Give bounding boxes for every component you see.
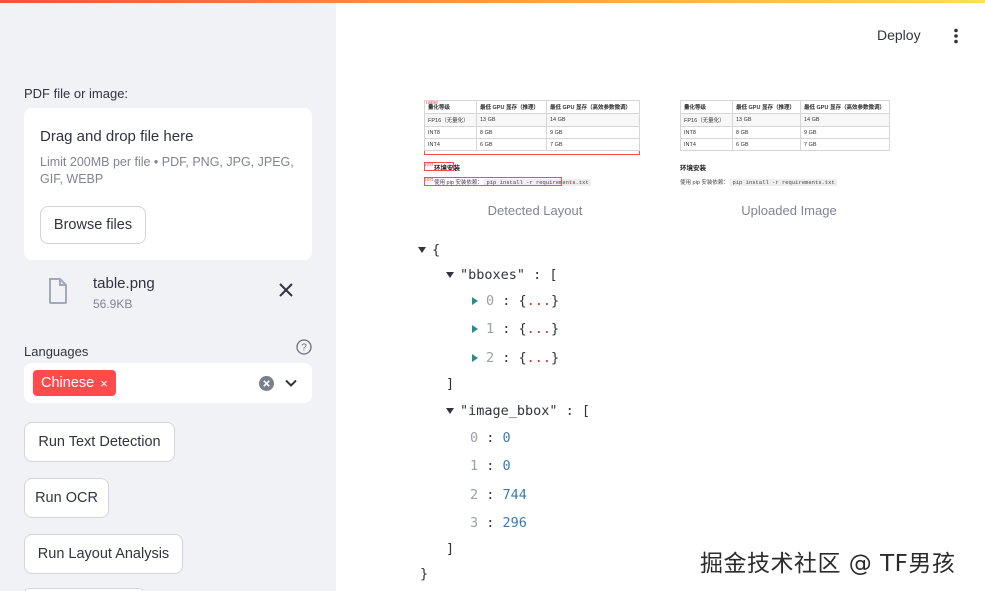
chip-remove-icon[interactable]: × — [100, 376, 108, 391]
install-code: pip install -r requirements.txt — [730, 179, 837, 186]
json-collapsed[interactable]: ... — [527, 321, 551, 337]
json-index: 0 — [470, 430, 479, 446]
json-open-brace: { — [432, 242, 441, 258]
dropzone-title: Drag and drop file here — [40, 128, 194, 145]
table-cell: 6 GB — [732, 138, 801, 151]
sidebar: PDF file or image: Drag and drop file he… — [0, 3, 336, 591]
json-number: 744 — [502, 487, 527, 503]
json-bbox-item[interactable]: 2 : {...} — [472, 350, 559, 366]
watermark: 掘金技术社区 @ TF男孩 — [700, 551, 956, 577]
table-cell: FP16（无量化） — [680, 113, 733, 127]
json-collapsed[interactable]: ... — [527, 293, 551, 309]
table-cell: INT4 — [680, 138, 733, 151]
table-cell: FP16（无量化） — [424, 113, 477, 127]
json-index: 2 — [470, 487, 479, 503]
json-image-bbox-line[interactable]: "image_bbox" : [ — [446, 403, 590, 419]
uploaded-image-caption: Uploaded Image — [741, 203, 837, 218]
expand-icon[interactable] — [472, 297, 478, 305]
expand-icon[interactable] — [472, 325, 478, 333]
collapse-icon[interactable] — [446, 408, 454, 414]
file-dropzone[interactable]: Drag and drop file here Limit 200MB per … — [24, 108, 312, 260]
table-cell: 9 GB — [546, 126, 640, 139]
language-chip-label: Chinese — [41, 375, 95, 391]
json-array-item: 0 : 0 — [470, 430, 511, 446]
uploaded-image: 量化等级 最低 GPU 显存（推理） 最低 GPU 显存（高效参数微调） FP1… — [680, 100, 892, 188]
upload-label: PDF file or image: — [24, 86, 129, 101]
json-index: 1 — [470, 458, 479, 474]
file-name: table.png — [93, 275, 155, 292]
json-bboxes-line[interactable]: "bboxes" : [ — [446, 267, 558, 283]
svg-text:?: ? — [301, 343, 307, 354]
json-image-bbox-close: ] — [446, 541, 455, 557]
language-chip[interactable]: Chinese × — [33, 370, 116, 396]
help-icon[interactable]: ? — [296, 339, 312, 355]
json-key-image-bbox: "image_bbox" — [460, 403, 558, 419]
collapse-icon[interactable] — [418, 247, 426, 253]
uploaded-table: 量化等级 最低 GPU 显存（推理） 最低 GPU 显存（高效参数微调） FP1… — [680, 100, 890, 151]
json-array-item: 3 : 296 — [470, 515, 527, 531]
table-header-cell: 量化等级 — [680, 100, 733, 114]
file-size: 56.9KB — [93, 297, 133, 311]
table-cell: INT8 — [424, 126, 477, 139]
expand-icon[interactable] — [472, 354, 478, 362]
run-layout-analysis-button[interactable]: Run Layout Analysis — [24, 534, 183, 574]
json-root-line[interactable]: { — [418, 242, 440, 258]
json-index: 1 — [486, 321, 495, 337]
detected-table: 量化等级 最低 GPU 显存（推理） 最低 GPU 显存（高效参数微调） FP1… — [424, 100, 640, 151]
json-array-item: 1 : 0 — [470, 458, 511, 474]
json-bbox-item[interactable]: 1 : {...} — [472, 321, 559, 337]
json-number: 0 — [502, 458, 511, 474]
json-index: 2 — [486, 350, 495, 366]
languages-multiselect[interactable]: Chinese × — [24, 363, 312, 403]
run-text-detection-button[interactable]: Run Text Detection — [24, 422, 175, 462]
more-options-icon[interactable] — [950, 28, 962, 44]
table-cell: 8 GB — [476, 126, 547, 139]
table-cell: 9 GB — [800, 126, 890, 139]
file-icon — [49, 278, 67, 304]
text-bbox-label: Text — [424, 177, 434, 183]
table-cell: 13 GB — [732, 113, 801, 127]
table-header-cell: 最低 GPU 显存（高效参数微调） — [546, 100, 640, 114]
chevron-down-icon[interactable] — [284, 376, 298, 390]
table-cell: 13 GB — [476, 113, 547, 127]
json-index: 3 — [470, 515, 479, 531]
detected-layout-caption: Detected Layout — [487, 203, 583, 218]
dropzone-hint: Limit 200MB per file • PDF, PNG, JPG, JP… — [40, 155, 294, 186]
heading-bbox-label: Text — [424, 162, 434, 168]
json-key-bboxes: "bboxes" — [460, 267, 526, 283]
table-cell: INT8 — [680, 126, 733, 139]
json-number: 296 — [502, 515, 527, 531]
detected-layout-image: Table 量化等级 最低 GPU 显存（推理） 最低 GPU 显存（高效参数微… — [424, 100, 642, 188]
remove-file-icon[interactable] — [276, 280, 296, 300]
text-bbox — [424, 177, 562, 186]
json-bbox-item[interactable]: 0 : {...} — [472, 293, 559, 309]
deploy-button[interactable]: Deploy — [877, 27, 921, 43]
table-cell: 7 GB — [800, 138, 890, 151]
table-cell: INT4 — [424, 138, 477, 151]
table-header-cell: 最低 GPU 显存（推理） — [732, 100, 801, 114]
languages-label: Languages — [24, 344, 89, 359]
uploaded-file: table.png 56.9KB — [24, 266, 312, 322]
section-heading: 环境安装 — [680, 165, 706, 172]
json-close-brace: } — [420, 566, 429, 582]
install-line: 使用 pip 安装依赖： pip install -r requirements… — [680, 178, 837, 186]
table-header-cell: 最低 GPU 显存（推理） — [476, 100, 547, 114]
clear-selection-icon[interactable] — [259, 376, 274, 391]
json-index: 0 — [486, 293, 495, 309]
json-array-item: 2 : 744 — [470, 487, 527, 503]
json-number: 0 — [502, 430, 511, 446]
install-prefix: 使用 pip 安装依赖： — [680, 180, 729, 186]
run-ocr-button[interactable]: Run OCR — [24, 478, 109, 518]
browse-files-button[interactable]: Browse files — [40, 206, 146, 244]
json-collapsed[interactable]: ... — [527, 350, 551, 366]
table-cell: 7 GB — [546, 138, 640, 151]
json-bboxes-close: ] — [446, 376, 455, 392]
table-cell: 14 GB — [546, 113, 640, 127]
table-cell: 8 GB — [732, 126, 801, 139]
collapse-icon[interactable] — [446, 272, 454, 278]
table-header-cell: 最低 GPU 显存（高效参数微调） — [800, 100, 890, 114]
table-cell: 14 GB — [800, 113, 890, 127]
table-cell: 6 GB — [476, 138, 547, 151]
table-header-cell: 量化等级 — [424, 100, 477, 114]
